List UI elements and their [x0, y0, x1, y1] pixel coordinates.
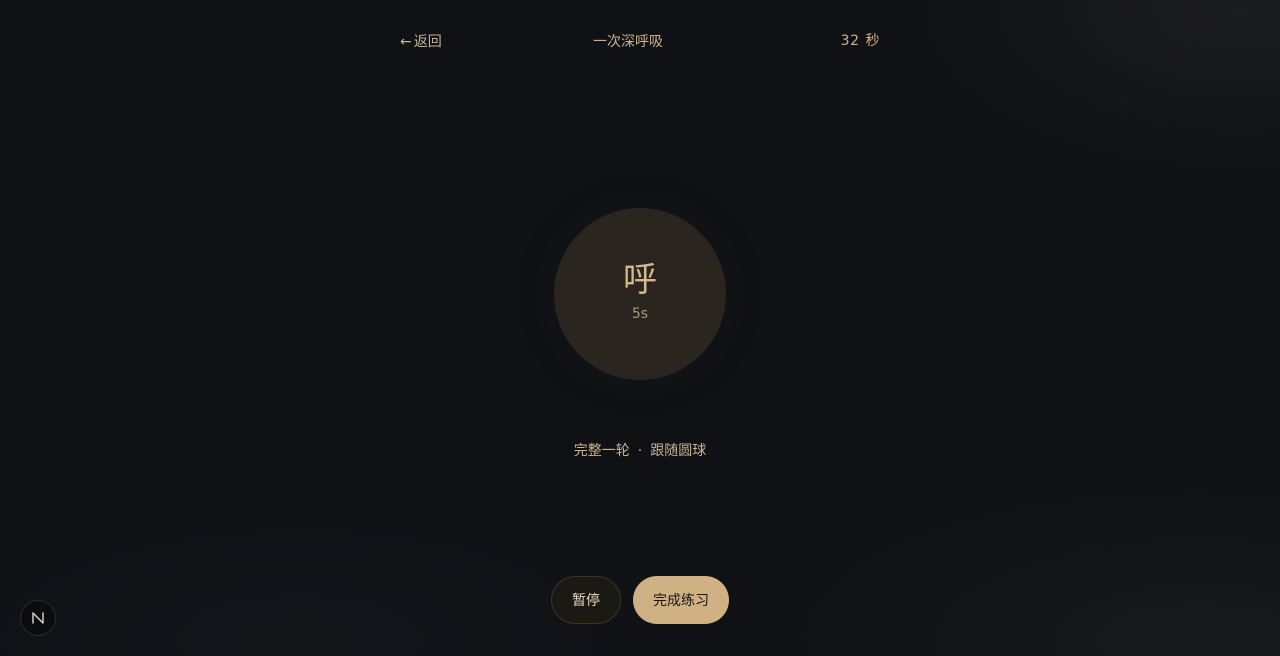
breathing-orb: 呼 5s — [554, 208, 726, 380]
timer-unit: 秒 — [865, 33, 880, 49]
pause-button[interactable]: 暂停 — [551, 576, 621, 624]
top-bar: ← 返回 一次深呼吸 32 秒 — [400, 28, 880, 52]
phase-seconds: 5s — [631, 306, 649, 322]
timer-value: 32 — [840, 33, 860, 49]
instruction-hint: 完整一轮 · 跟随圆球 — [0, 440, 1280, 460]
arrow-left-icon: ← — [400, 34, 412, 50]
countdown-timer: 32 秒 — [841, 30, 880, 50]
back-link[interactable]: ← 返回 — [400, 31, 442, 51]
hint-right: 跟随圆球 — [650, 443, 707, 459]
back-label: 返回 — [413, 34, 442, 50]
n-logo-icon[interactable] — [20, 600, 56, 636]
finish-practice-button[interactable]: 完成练习 — [633, 576, 729, 624]
hint-left: 完整一轮 — [573, 443, 630, 459]
breath-phase-label: 呼 — [623, 260, 657, 300]
breathing-screen: ← 返回 一次深呼吸 32 秒 呼 5s 完整一轮 · 跟随圆球 暂停 完成练习 — [0, 0, 1280, 656]
page-title: 一次深呼吸 — [593, 34, 663, 50]
n-logo-glyph — [32, 612, 44, 624]
hint-separator: · — [637, 443, 643, 459]
